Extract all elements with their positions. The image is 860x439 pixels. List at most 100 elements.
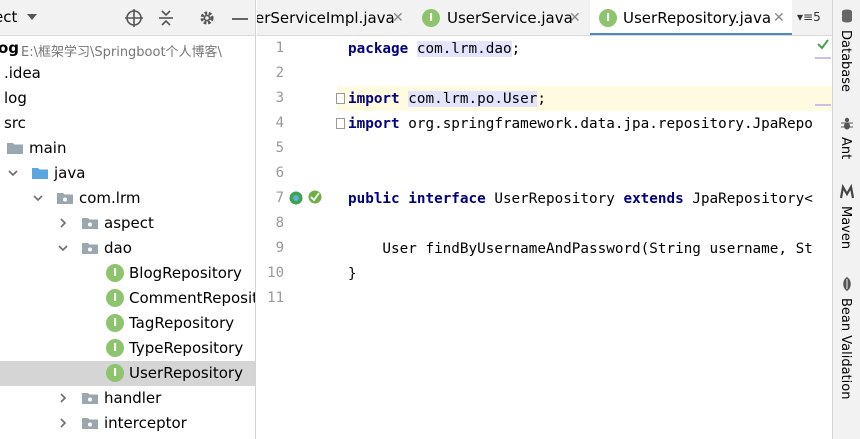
- tree-item-type-repository[interactable]: I TypeRepository: [0, 336, 255, 361]
- tree-item-label: main: [29, 139, 67, 157]
- package-name: com.lrm.dao: [416, 41, 512, 57]
- chevron-right-icon[interactable]: [57, 417, 69, 429]
- fold-marker-icon[interactable]: [336, 118, 345, 129]
- close-icon[interactable]: ✕: [773, 10, 785, 26]
- chevron-down-icon[interactable]: [27, 14, 37, 20]
- line-number: 9: [275, 240, 284, 256]
- line-number: 4: [275, 115, 284, 131]
- tree-item-tag-repository[interactable]: I TagRepository: [0, 311, 255, 336]
- tab-label: UserService.java: [447, 9, 573, 27]
- chevron-down-icon[interactable]: [57, 242, 69, 254]
- project-view-selector[interactable]: ect: [0, 8, 17, 26]
- keyword: public: [348, 191, 400, 207]
- package-icon: [57, 193, 73, 204]
- code-editor[interactable]: 1 2 3 4 5 6 7 8 9 10 11 package com.lrm.…: [257, 37, 832, 439]
- tab-label: erServiceImpl.java: [257, 9, 395, 27]
- tree-item-handler[interactable]: handler: [0, 386, 255, 411]
- tree-item-aspect[interactable]: aspect: [0, 211, 255, 236]
- tree-item-label: src: [4, 114, 26, 132]
- tree-item-main[interactable]: main: [0, 136, 255, 161]
- gear-icon[interactable]: [197, 8, 217, 28]
- line-number: 6: [275, 165, 284, 181]
- chevron-right-icon[interactable]: [57, 392, 69, 404]
- tool-window-database[interactable]: Database: [833, 8, 860, 94]
- tab-label: UserRepository.java: [623, 9, 772, 27]
- tab-user-repository[interactable]: I UserRepository.java ✕: [590, 0, 792, 35]
- tool-window-label: Ant: [838, 137, 853, 160]
- tree-item-user-repository[interactable]: I UserRepository: [0, 361, 255, 386]
- interface-icon: I: [599, 9, 617, 27]
- stripe-mark[interactable]: [815, 104, 831, 106]
- close-icon[interactable]: ✕: [392, 10, 404, 26]
- tree-item-label: interceptor: [104, 414, 187, 432]
- interface-icon: I: [106, 264, 124, 282]
- tree-item-idea[interactable]: .idea: [0, 61, 255, 86]
- keyword: import: [348, 91, 400, 107]
- tool-window-label: Database: [838, 30, 853, 93]
- tree-item-blog-repository[interactable]: I BlogRepository: [0, 261, 255, 286]
- database-icon: [842, 9, 852, 23]
- editor-tab-bar: erServiceImpl.java ✕ I UserService.java …: [257, 0, 832, 36]
- check-icon[interactable]: [816, 37, 830, 51]
- tool-window-ant[interactable]: Ant: [833, 115, 860, 165]
- tab-user-service[interactable]: I UserService.java ✕: [409, 0, 589, 35]
- maven-icon: [839, 184, 855, 199]
- tree-item-com-lrm[interactable]: com.lrm: [0, 186, 255, 211]
- package-icon: [82, 393, 98, 404]
- keyword: import: [348, 116, 400, 132]
- type-name: JpaRepository<: [692, 191, 813, 207]
- import-path: com.lrm.po.User: [408, 91, 538, 107]
- keyword: extends: [623, 191, 684, 207]
- tree-item-comment-repository[interactable]: I CommentReposit: [0, 286, 256, 311]
- tab-user-service-impl[interactable]: erServiceImpl.java ✕: [257, 0, 407, 35]
- code-line-9: User findByUsernameAndPassword(String us…: [348, 241, 813, 257]
- tree-item-label: aspect: [104, 214, 154, 232]
- collapse-all-icon[interactable]: [156, 8, 176, 28]
- tree-item-label: handler: [104, 389, 162, 407]
- minimize-icon[interactable]: [230, 8, 250, 28]
- locate-icon[interactable]: [124, 8, 144, 28]
- interface-icon: I: [106, 314, 124, 332]
- spring-bean-icon[interactable]: [307, 189, 323, 205]
- tree-item-log[interactable]: log: [0, 86, 255, 111]
- implemented-marker-icon[interactable]: [288, 190, 304, 206]
- tree-item-label: CommentReposit: [129, 289, 256, 307]
- interface-icon: I: [106, 339, 124, 357]
- tree-root[interactable]: og E:\框架学习\Springboot个人博客\: [0, 36, 255, 61]
- error-stripe[interactable]: [813, 37, 832, 439]
- tool-window-maven[interactable]: Maven: [833, 184, 860, 254]
- tree-item-label: TypeRepository: [129, 339, 244, 357]
- tab-overflow-menu[interactable]: ▾≡5: [797, 10, 821, 24]
- project-panel: ect og E:\框架学习\Springboot个人博客\ .idea log: [0, 0, 256, 439]
- tree-item-dao[interactable]: dao: [0, 236, 255, 261]
- tree-item-java[interactable]: java: [0, 161, 255, 186]
- tree-item-label: log: [4, 89, 27, 107]
- stripe-mark[interactable]: [815, 57, 831, 59]
- chevron-down-icon[interactable]: [7, 167, 19, 179]
- folder-icon: [7, 143, 23, 154]
- chevron-down-icon[interactable]: [32, 192, 44, 204]
- tree-item-label: BlogRepository: [129, 264, 242, 282]
- line-number: 5: [275, 140, 284, 156]
- package-icon: [82, 418, 98, 429]
- tool-window-bean-validation[interactable]: Bean Validation: [833, 276, 860, 400]
- tree-item-label: TagRepository: [129, 314, 235, 332]
- code-line-1: package com.lrm.dao;: [348, 37, 520, 62]
- line-number: 10: [267, 265, 284, 281]
- keyword: interface: [408, 191, 486, 207]
- tree-item-interceptor[interactable]: interceptor: [0, 411, 255, 436]
- tree-item-label: com.lrm: [79, 189, 141, 207]
- package-icon: [82, 243, 98, 254]
- tree-item-label: dao: [104, 239, 132, 257]
- tree-item-label: UserRepository: [129, 364, 243, 382]
- fold-marker-icon[interactable]: [336, 93, 345, 104]
- close-icon[interactable]: ✕: [569, 10, 581, 26]
- tree-root-label: og: [0, 39, 20, 57]
- tree-item-src[interactable]: src: [0, 111, 255, 136]
- bean-validation-icon: [843, 277, 851, 291]
- chevron-right-icon[interactable]: [57, 217, 69, 229]
- tree-item-label: java: [54, 164, 86, 182]
- punctuation: ;: [537, 91, 546, 107]
- source-folder-icon: [32, 168, 48, 179]
- tool-window-label: Bean Validation: [838, 298, 853, 400]
